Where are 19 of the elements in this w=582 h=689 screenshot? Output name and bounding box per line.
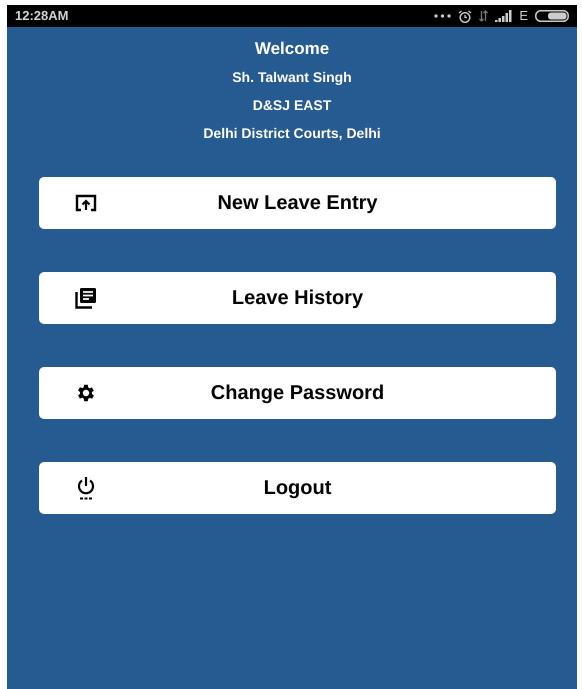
menu-button[interactable]: Logout	[39, 462, 556, 514]
welcome-title: Welcome	[254, 39, 330, 59]
data-arrows-icon	[479, 10, 488, 22]
menu-button[interactable]: New Leave Entry	[39, 177, 556, 229]
header-line: Sh. Talwant Singh	[232, 68, 352, 87]
header-line: Delhi District Courts, Delhi	[203, 124, 381, 143]
upload-icon	[75, 194, 97, 212]
header-line: D&SJ EAST	[252, 96, 332, 115]
settings-icon	[75, 382, 97, 404]
battery-icon	[535, 10, 569, 22]
alarm-icon	[458, 10, 472, 22]
dots-icon	[434, 14, 452, 18]
signal-icon	[495, 10, 512, 22]
clock-time: 12:28AM	[15, 7, 68, 26]
power-icon	[75, 476, 97, 500]
menu-button[interactable]: Change Password	[39, 367, 556, 419]
menu-button[interactable]: Leave History	[39, 272, 556, 324]
document-stack-icon	[75, 287, 97, 309]
network-type: E	[519, 7, 528, 26]
